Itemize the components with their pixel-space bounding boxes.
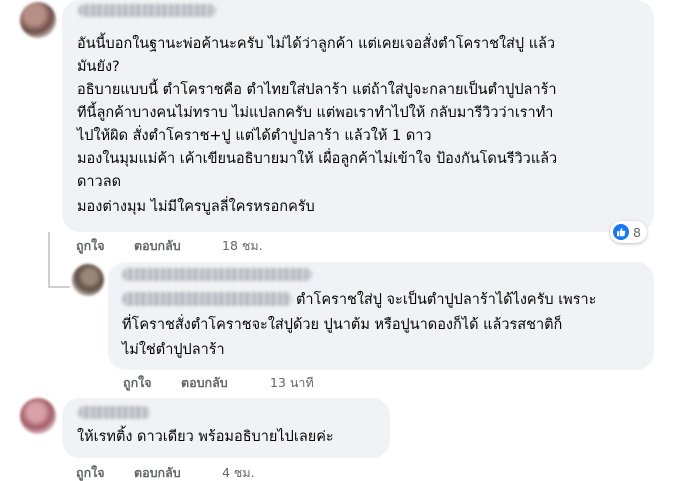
like-link[interactable]: ถูกใจ: [76, 238, 105, 254]
author-name[interactable]: [122, 268, 312, 281]
reaction-count: 8: [633, 224, 641, 240]
comment-timestamp[interactable]: 4 ชม.: [222, 465, 255, 481]
tagged-name[interactable]: [122, 292, 292, 306]
comment-text-line: ให้เรทติ้ง ดาวเดียว พร้อมอธิบายไปเลยค่ะ: [77, 429, 334, 445]
thread-line-elbow: [48, 286, 70, 288]
reply-link[interactable]: ตอบกลับ: [134, 465, 181, 481]
reply-link[interactable]: ตอบกลับ: [181, 375, 228, 391]
comment-text-line: ทีนี้ลูกค้าบางคนไม่ทราบ ไม่แปลกครับ แต่พ…: [77, 105, 554, 121]
author-name[interactable]: [78, 406, 150, 419]
comment-text-line: ไม่ใช่ตำปูปลาร้า: [122, 342, 225, 358]
like-icon: [613, 224, 629, 240]
comment-text-line: ไปให้ผิด สั่งตำโคราช+ปู แต่ได้ตำปูปลาร้า…: [77, 128, 432, 144]
comment-bubble: อันนี้บอกในฐานะพ่อค้านะครับ ไม่ได้ว่าลูก…: [62, 0, 654, 232]
avatar[interactable]: [20, 2, 56, 38]
thread-line: [48, 232, 50, 287]
like-link[interactable]: ถูกใจ: [76, 465, 105, 481]
comment-actions: ถูกใจ ตอบกลับ 18 ชม.: [76, 238, 276, 254]
comment-thread: อันนี้บอกในฐานะพ่อค้านะครับ ไม่ได้ว่าลูก…: [0, 0, 688, 481]
comment-text-line: อันนี้บอกในฐานะพ่อค้านะครับ ไม่ได้ว่าลูก…: [77, 36, 556, 52]
comment-text-line: มันยัง?: [77, 59, 120, 75]
reply-link[interactable]: ตอบกลับ: [134, 238, 181, 254]
avatar[interactable]: [20, 398, 56, 434]
author-name[interactable]: [78, 4, 216, 17]
comment-actions: ถูกใจ ตอบกลับ 4 ชม.: [76, 465, 276, 481]
comment-text-line: ดาวลด: [77, 174, 122, 190]
reaction-badge[interactable]: 8: [610, 221, 647, 243]
comment-text-line: อธิบายแบบนี้ ตำโคราชคือ ตำไทยใส่ปลาร้า แ…: [77, 82, 557, 98]
comment-text-line: มองในมุมแม่ค้า เค้าเขียนอธิบายมาให้ เผื่…: [77, 151, 558, 167]
comment-bubble: ตำโคราชใส่ปู จะเป็นตำปูปลาร้าได้ไงครับ เ…: [108, 262, 654, 370]
comment-text-line: มองต่างมุม ไม่มีใครบูลลี่ใครหรอกครับ: [77, 199, 315, 215]
comment-text-line: ตำโคราชใส่ปู จะเป็นตำปูปลาร้าได้ไงครับ เ…: [296, 292, 597, 308]
like-link[interactable]: ถูกใจ: [123, 375, 152, 391]
comment-text-line: ที่โคราชสั่งตำโคราชจะใส่ปูด้วย ปูนาต้ม ห…: [122, 317, 563, 333]
avatar[interactable]: [72, 264, 104, 296]
comment-actions: ถูกใจ ตอบกลับ 13 นาที: [123, 375, 323, 391]
comment-timestamp[interactable]: 13 นาที: [270, 375, 314, 391]
comment-bubble: ให้เรทติ้ง ดาวเดียว พร้อมอธิบายไปเลยค่ะ: [62, 398, 390, 458]
comment-timestamp[interactable]: 18 ชม.: [222, 238, 263, 254]
